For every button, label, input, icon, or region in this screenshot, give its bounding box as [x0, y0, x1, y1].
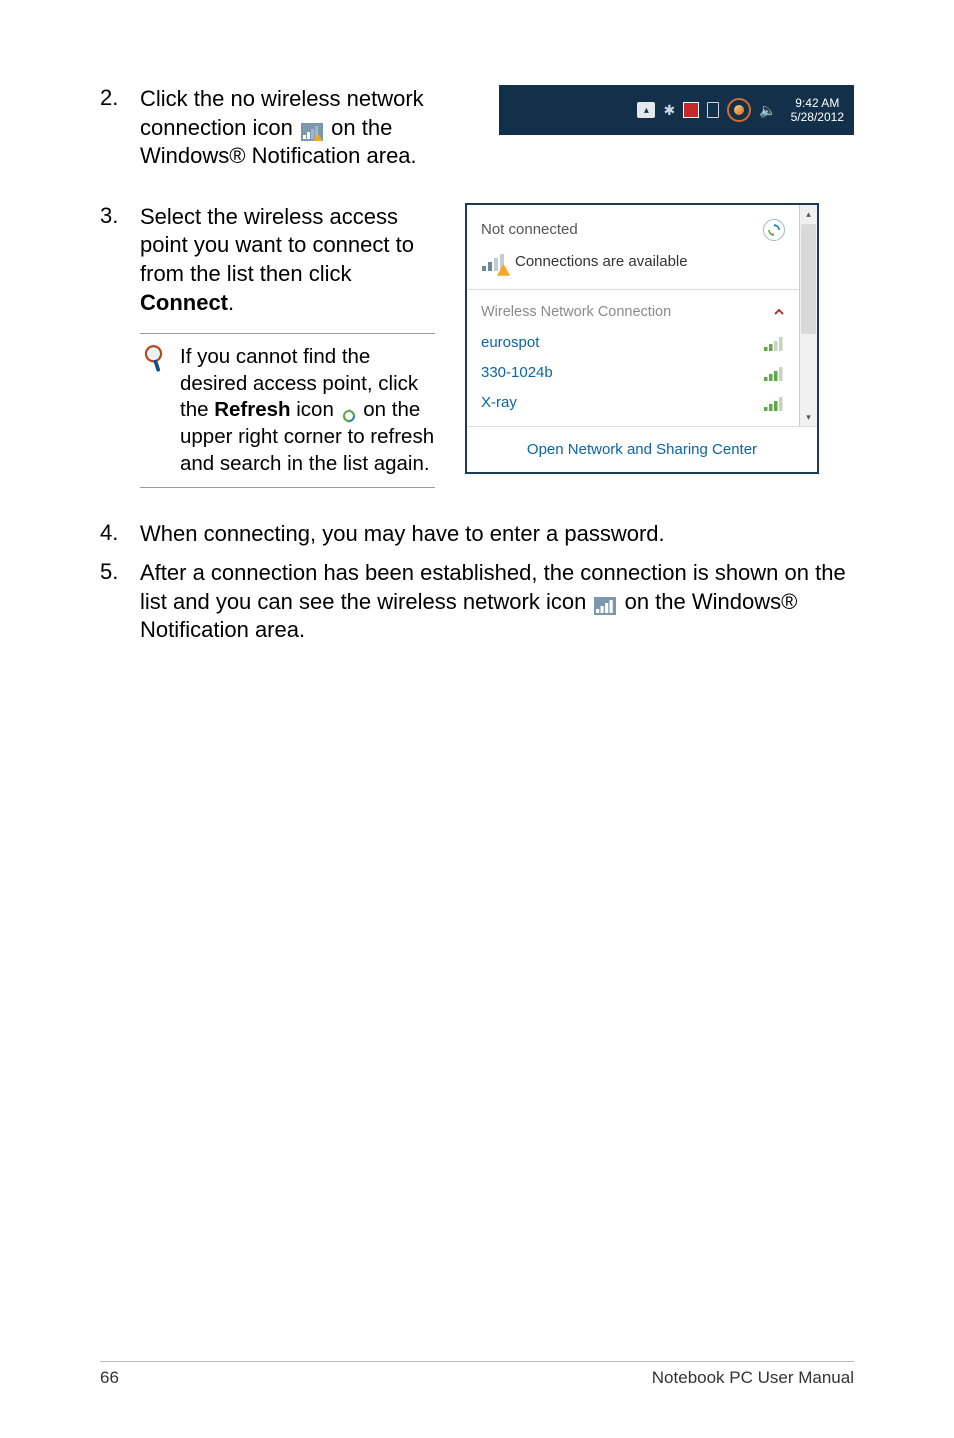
step-text: Click the no wireless network connection… [140, 85, 479, 171]
wireless-section-label: Wireless Network Connection [481, 304, 671, 320]
page-number: 66 [100, 1368, 119, 1388]
flyout-sub-row: Connections are available [481, 251, 785, 273]
list-item[interactable]: 330-1024b [481, 358, 785, 388]
step-number: 3. [100, 203, 140, 489]
divider [467, 289, 799, 290]
step-3-text: Select the wireless access point you wan… [140, 204, 414, 286]
step-3-left: Select the wireless access point you wan… [140, 203, 435, 489]
flyout-header: Not connected [467, 205, 799, 283]
wireless-network-connected-icon [594, 594, 616, 612]
note-b: icon [296, 398, 339, 421]
footer-title: Notebook PC User Manual [652, 1368, 854, 1388]
signal-bars-icon [763, 364, 785, 382]
action-center-flag-icon [683, 102, 699, 118]
clock: 9:42 AM 5/28/2012 [791, 96, 844, 125]
step-text: After a connection has been established,… [140, 559, 854, 645]
magnifier-icon [140, 344, 180, 477]
network-name: X-ray [481, 394, 517, 411]
network-name: eurospot [481, 334, 539, 351]
time: 9:42 AM [791, 96, 844, 110]
no-wireless-network-icon [301, 120, 323, 138]
step-4: 4. When connecting, you may have to ente… [100, 520, 854, 549]
bluetooth-icon: ✱ [663, 102, 675, 119]
refresh-icon [342, 404, 356, 418]
network-icon [734, 105, 744, 115]
step-2: 2. Click the no wireless network connect… [100, 85, 854, 171]
scroll-thumb[interactable] [801, 224, 816, 334]
signal-bars-icon [763, 394, 785, 412]
page-footer: 66 Notebook PC User Manual [100, 1361, 854, 1388]
list-item[interactable]: X-ray [481, 388, 785, 418]
scroll-down-button[interactable]: ▾ [800, 408, 817, 426]
step-text: When connecting, you may have to enter a… [140, 520, 854, 549]
step-text: Select the wireless access point you wan… [140, 203, 435, 317]
volume-icon: 🔈 [759, 102, 776, 119]
date: 5/28/2012 [791, 110, 844, 124]
wireless-section-header[interactable]: Wireless Network Connection [467, 296, 799, 326]
tray-show-hidden-icon: ▴ [637, 102, 655, 118]
connections-available-label: Connections are available [515, 253, 688, 270]
signal-bars-icon [763, 334, 785, 352]
not-connected-label: Not connected [481, 221, 578, 238]
network-flyout: Not connected [465, 203, 819, 474]
windows-taskbar: ▴ ✱ 🔈 9:42 AM 5/28/2012 [499, 85, 854, 135]
chevron-up-icon [773, 306, 785, 318]
connect-bold: Connect [140, 290, 228, 315]
network-list: eurospot 330-1024b [467, 326, 799, 426]
flyout-status-row: Not connected [481, 219, 785, 241]
scroll-track [800, 335, 817, 408]
step-5: 5. After a connection has been establish… [100, 559, 854, 645]
note-box: If you cannot find the desired access po… [140, 333, 435, 488]
step-3-tail: . [228, 290, 234, 315]
step-number: 4. [100, 520, 140, 549]
network-flyout-screenshot: Not connected [465, 203, 820, 489]
step-number: 5. [100, 559, 140, 645]
note-text: If you cannot find the desired access po… [180, 344, 435, 477]
network-icon-circled [727, 98, 751, 122]
step-3: 3. Select the wireless access point you … [100, 203, 854, 489]
taskbar-screenshot: ▴ ✱ 🔈 9:42 AM 5/28/2012 [499, 85, 854, 171]
network-name: 330-1024b [481, 364, 553, 381]
scrollbar[interactable]: ▴ ▾ [799, 205, 817, 426]
refresh-bold: Refresh [214, 398, 290, 421]
open-network-center-link[interactable]: Open Network and Sharing Center [467, 426, 817, 472]
bars-with-warning-icon [481, 251, 507, 273]
battery-icon [707, 102, 719, 118]
step-number: 2. [100, 85, 140, 171]
scroll-up-button[interactable]: ▴ [800, 205, 817, 223]
list-item[interactable]: eurospot [481, 328, 785, 358]
refresh-button[interactable] [763, 219, 785, 241]
